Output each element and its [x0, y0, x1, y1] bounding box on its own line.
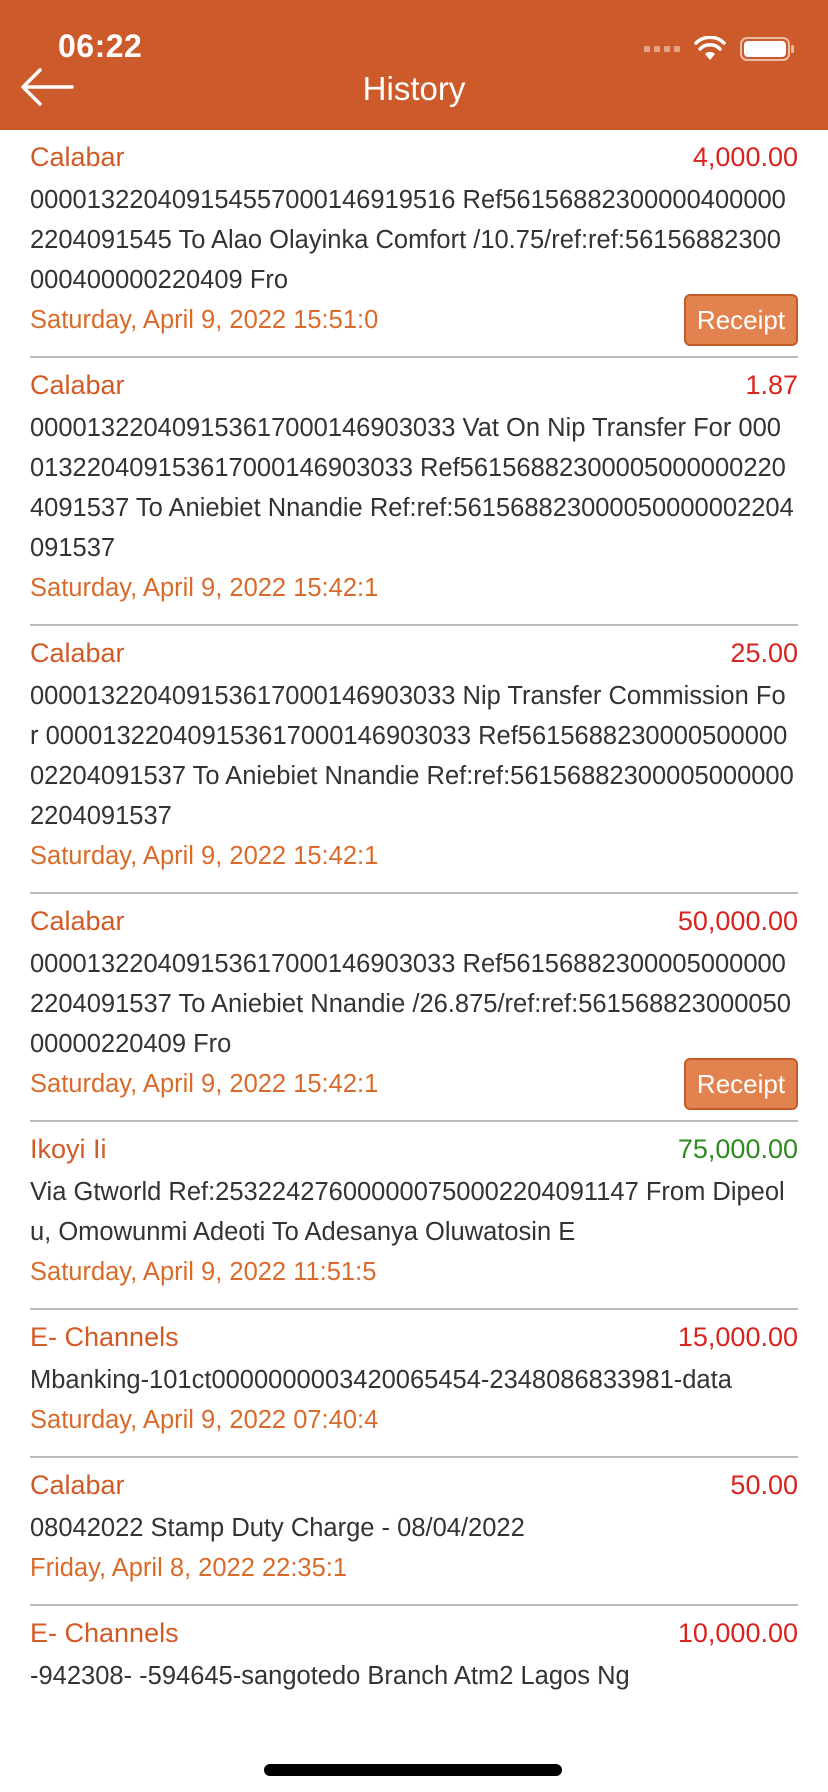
transaction-branch: Calabar: [30, 1470, 125, 1500]
transaction-row[interactable]: Calabar 50,000.00 0000132204091536170001…: [30, 894, 798, 1122]
transaction-amount: 50.00: [730, 1470, 798, 1500]
transaction-row[interactable]: E- Channels 10,000.00 -942308- -594645-s…: [30, 1606, 798, 1712]
transaction-amount: 50,000.00: [677, 906, 798, 936]
transaction-row[interactable]: E- Channels 15,000.00 Mbanking-101ct0000…: [30, 1310, 798, 1458]
status-icons: [644, 34, 796, 64]
transaction-description: -942308- -594645-sangotedo Branch Atm2 L…: [30, 1662, 630, 1690]
receipt-button[interactable]: Receipt: [684, 1058, 798, 1110]
app-header: 06:22 History: [0, 0, 828, 130]
transaction-description: 08042022 Stamp Duty Charge - 08/04/2022: [30, 1514, 525, 1542]
transaction-date: Saturday, April 9, 2022 15:42:1: [30, 1070, 379, 1098]
transaction-description: Mbanking-101ct000000000342006545­4-23480…: [30, 1366, 732, 1394]
transaction-description: Via Gtworld Ref:253224276000000750002204…: [30, 1178, 785, 1246]
transaction-amount: 75,000.00: [677, 1134, 798, 1164]
transaction-branch: Calabar: [30, 638, 125, 668]
transaction-branch: Calabar: [30, 906, 125, 936]
transaction-row[interactable]: Calabar 50.00 08042022 Stamp Duty Charge…: [30, 1458, 798, 1606]
transaction-date: Saturday, April 9, 2022 15:42:1: [30, 574, 379, 602]
transaction-description: 000013220409154557000146919516 Ref561568…: [30, 186, 786, 294]
battery-icon: [740, 37, 794, 61]
transaction-branch: E- Channels: [30, 1322, 179, 1352]
transaction-amount: 10,000.00: [677, 1618, 798, 1648]
transaction-amount: 15,000.00: [677, 1322, 798, 1352]
transaction-description: 000013220409153617000146903033 Ref561568…: [30, 950, 791, 1058]
page-title: History: [362, 70, 466, 107]
transaction-description: 000013220409153617000146903033 Nip Trans…: [30, 682, 794, 830]
receipt-button[interactable]: Receipt: [684, 294, 798, 346]
transaction-date: Saturday, April 9, 2022 07:40:4: [30, 1406, 379, 1434]
transaction-row[interactable]: Calabar 25.00 00001322040915361700014690…: [30, 626, 798, 894]
transaction-date: Friday, April 8, 2022 22:35:1: [30, 1554, 348, 1582]
transaction-branch: Calabar: [30, 142, 125, 172]
transaction-branch: E- Channels: [30, 1618, 179, 1648]
transaction-row[interactable]: Calabar 4,000.00 00001322040915455700014…: [30, 130, 798, 358]
transaction-branch: Ikoyi Ii: [30, 1134, 107, 1164]
transaction-date: Saturday, April 9, 2022 11:51:5: [30, 1258, 377, 1286]
transaction-row[interactable]: Calabar 1.87 000013220409153617000146903…: [30, 358, 798, 626]
transaction-date: Saturday, April 9, 2022 15:42:1: [30, 842, 379, 870]
transaction-branch: Calabar: [30, 370, 125, 400]
transaction-description: 000013220409153617000146903033 Vat On Ni…: [30, 414, 794, 562]
transaction-amount: 25.00: [730, 638, 798, 668]
transaction-date: Saturday, April 9, 2022 15:51:0: [30, 306, 379, 334]
status-time: 06:22: [58, 28, 143, 64]
transaction-row[interactable]: Ikoyi Ii 75,000.00 Via Gtworld Ref:25322…: [30, 1122, 798, 1310]
wifi-icon: [694, 36, 726, 60]
cellular-signal-icon: [644, 46, 680, 52]
transaction-amount: 1.87: [745, 370, 798, 400]
transaction-amount: 4,000.00: [692, 142, 798, 172]
home-indicator[interactable]: [264, 1764, 562, 1776]
transaction-list[interactable]: Calabar 4,000.00 00001322040915455700014…: [0, 130, 828, 1712]
